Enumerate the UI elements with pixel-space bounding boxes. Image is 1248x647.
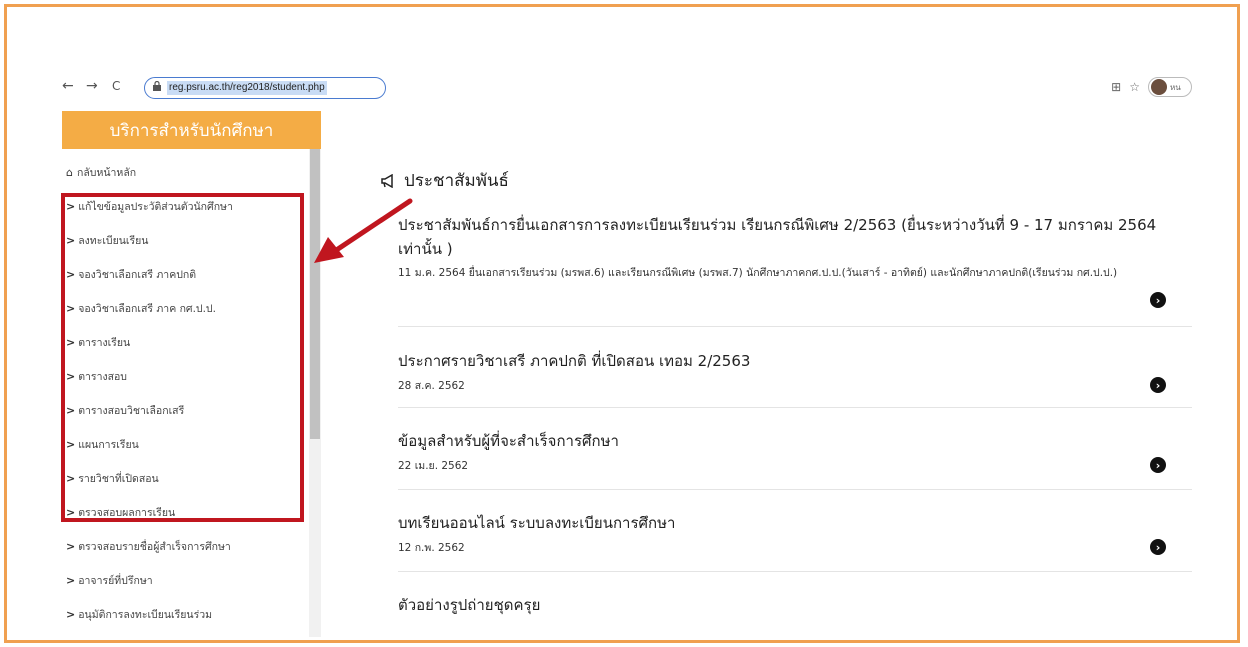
main-content: ประชาสัมพันธ์ ประชาสัมพันธ์การยื่นเอกสาร…	[370, 149, 1192, 637]
news-title[interactable]: ประกาศรายวิชาเสรี ภาคปกติ ที่เปิดสอน เทอ…	[398, 349, 1192, 373]
page-title: ประชาสัมพันธ์	[404, 171, 509, 191]
forward-icon[interactable]: →	[86, 78, 98, 94]
url-text[interactable]: reg.psru.ac.th/reg2018/student.php	[167, 81, 327, 95]
news-date: 11 ม.ค. 2564	[398, 267, 466, 279]
chevron-right-icon: >	[66, 574, 76, 587]
sidebar-header: บริการสำหรับนักศึกษา	[62, 111, 321, 149]
avatar	[1151, 79, 1167, 95]
sidebar-item-label: อนุมัติการลงทะเบียนเรียนร่วม	[78, 609, 213, 621]
chevron-right-icon: >	[66, 608, 76, 621]
news-item[interactable]: ข้อมูลสำหรับผู้ที่จะสำเร็จการศึกษา 22 เม…	[398, 419, 1192, 490]
news-desc: ยื่นเอกสารเรียนร่วม (มรพส.6) และเรียนกรณ…	[468, 267, 1118, 279]
news-item[interactable]: ประกาศรายวิชาเสรี ภาคปกติ ที่เปิดสอน เทอ…	[398, 339, 1192, 408]
megaphone-icon	[381, 173, 393, 188]
browser-toolbar: ← → C reg.psru.ac.th/reg2018/student.php…	[62, 76, 1192, 100]
sidebar-item-graduates[interactable]: > ตรวจสอบรายชื่อผู้สำเร็จการศึกษา	[62, 531, 309, 562]
arrow-right-circle-icon[interactable]: ›	[1150, 377, 1166, 393]
address-bar[interactable]: reg.psru.ac.th/reg2018/student.php	[144, 77, 386, 99]
section-header: ประชาสัมพันธ์	[380, 167, 509, 194]
home-icon: ⌂	[66, 166, 73, 179]
sidebar-item-home[interactable]: ⌂ กลับหน้าหลัก	[62, 157, 309, 188]
scrollbar-thumb[interactable]	[310, 149, 320, 439]
profile-name: หน	[1170, 82, 1181, 92]
sidebar-item-label: ตรวจสอบรายชื่อผู้สำเร็จการศึกษา	[78, 541, 231, 553]
arrow-right-circle-icon[interactable]: ›	[1150, 539, 1166, 555]
sidebar-item-label: อาจารย์ที่ปรึกษา	[78, 575, 153, 587]
news-title[interactable]: ประชาสัมพันธ์การยื่นเอกสารการลงทะเบียนเร…	[398, 213, 1192, 261]
news-title[interactable]: บทเรียนออนไลน์ ระบบลงทะเบียนการศึกษา	[398, 511, 1192, 535]
qr-icon[interactable]: ⊞	[1111, 80, 1121, 94]
news-title[interactable]: ตัวอย่างรูปถ่ายชุดครุย	[398, 593, 1192, 617]
sidebar-item-advisor[interactable]: > อาจารย์ที่ปรึกษา	[62, 565, 309, 596]
sidebar-item-approve-joint[interactable]: > อนุมัติการลงทะเบียนเรียนร่วม	[62, 599, 309, 630]
lock-icon	[153, 81, 161, 91]
star-icon[interactable]: ☆	[1129, 80, 1140, 94]
sidebar-item-label: กลับหน้าหลัก	[76, 167, 137, 179]
highlight-box	[61, 193, 304, 522]
news-item[interactable]: บทเรียนออนไลน์ ระบบลงทะเบียนการศึกษา 12 …	[398, 501, 1192, 572]
news-date: 28 ส.ค. 2562	[398, 380, 465, 392]
news-item[interactable]: ตัวอย่างรูปถ่ายชุดครุย	[398, 583, 1192, 637]
back-icon[interactable]: ←	[62, 78, 74, 94]
news-date: 22 เม.ย. 2562	[398, 460, 469, 472]
reload-icon[interactable]: C	[112, 79, 120, 93]
chevron-right-icon: >	[66, 540, 76, 553]
arrow-right-circle-icon[interactable]: ›	[1150, 292, 1166, 308]
news-title[interactable]: ข้อมูลสำหรับผู้ที่จะสำเร็จการศึกษา	[398, 429, 1192, 453]
news-date: 12 ก.พ. 2562	[398, 542, 465, 554]
news-item[interactable]: ประชาสัมพันธ์การยื่นเอกสารการลงทะเบียนเร…	[398, 213, 1192, 327]
profile-button[interactable]: หน	[1148, 77, 1192, 97]
arrow-right-circle-icon[interactable]: ›	[1150, 457, 1166, 473]
